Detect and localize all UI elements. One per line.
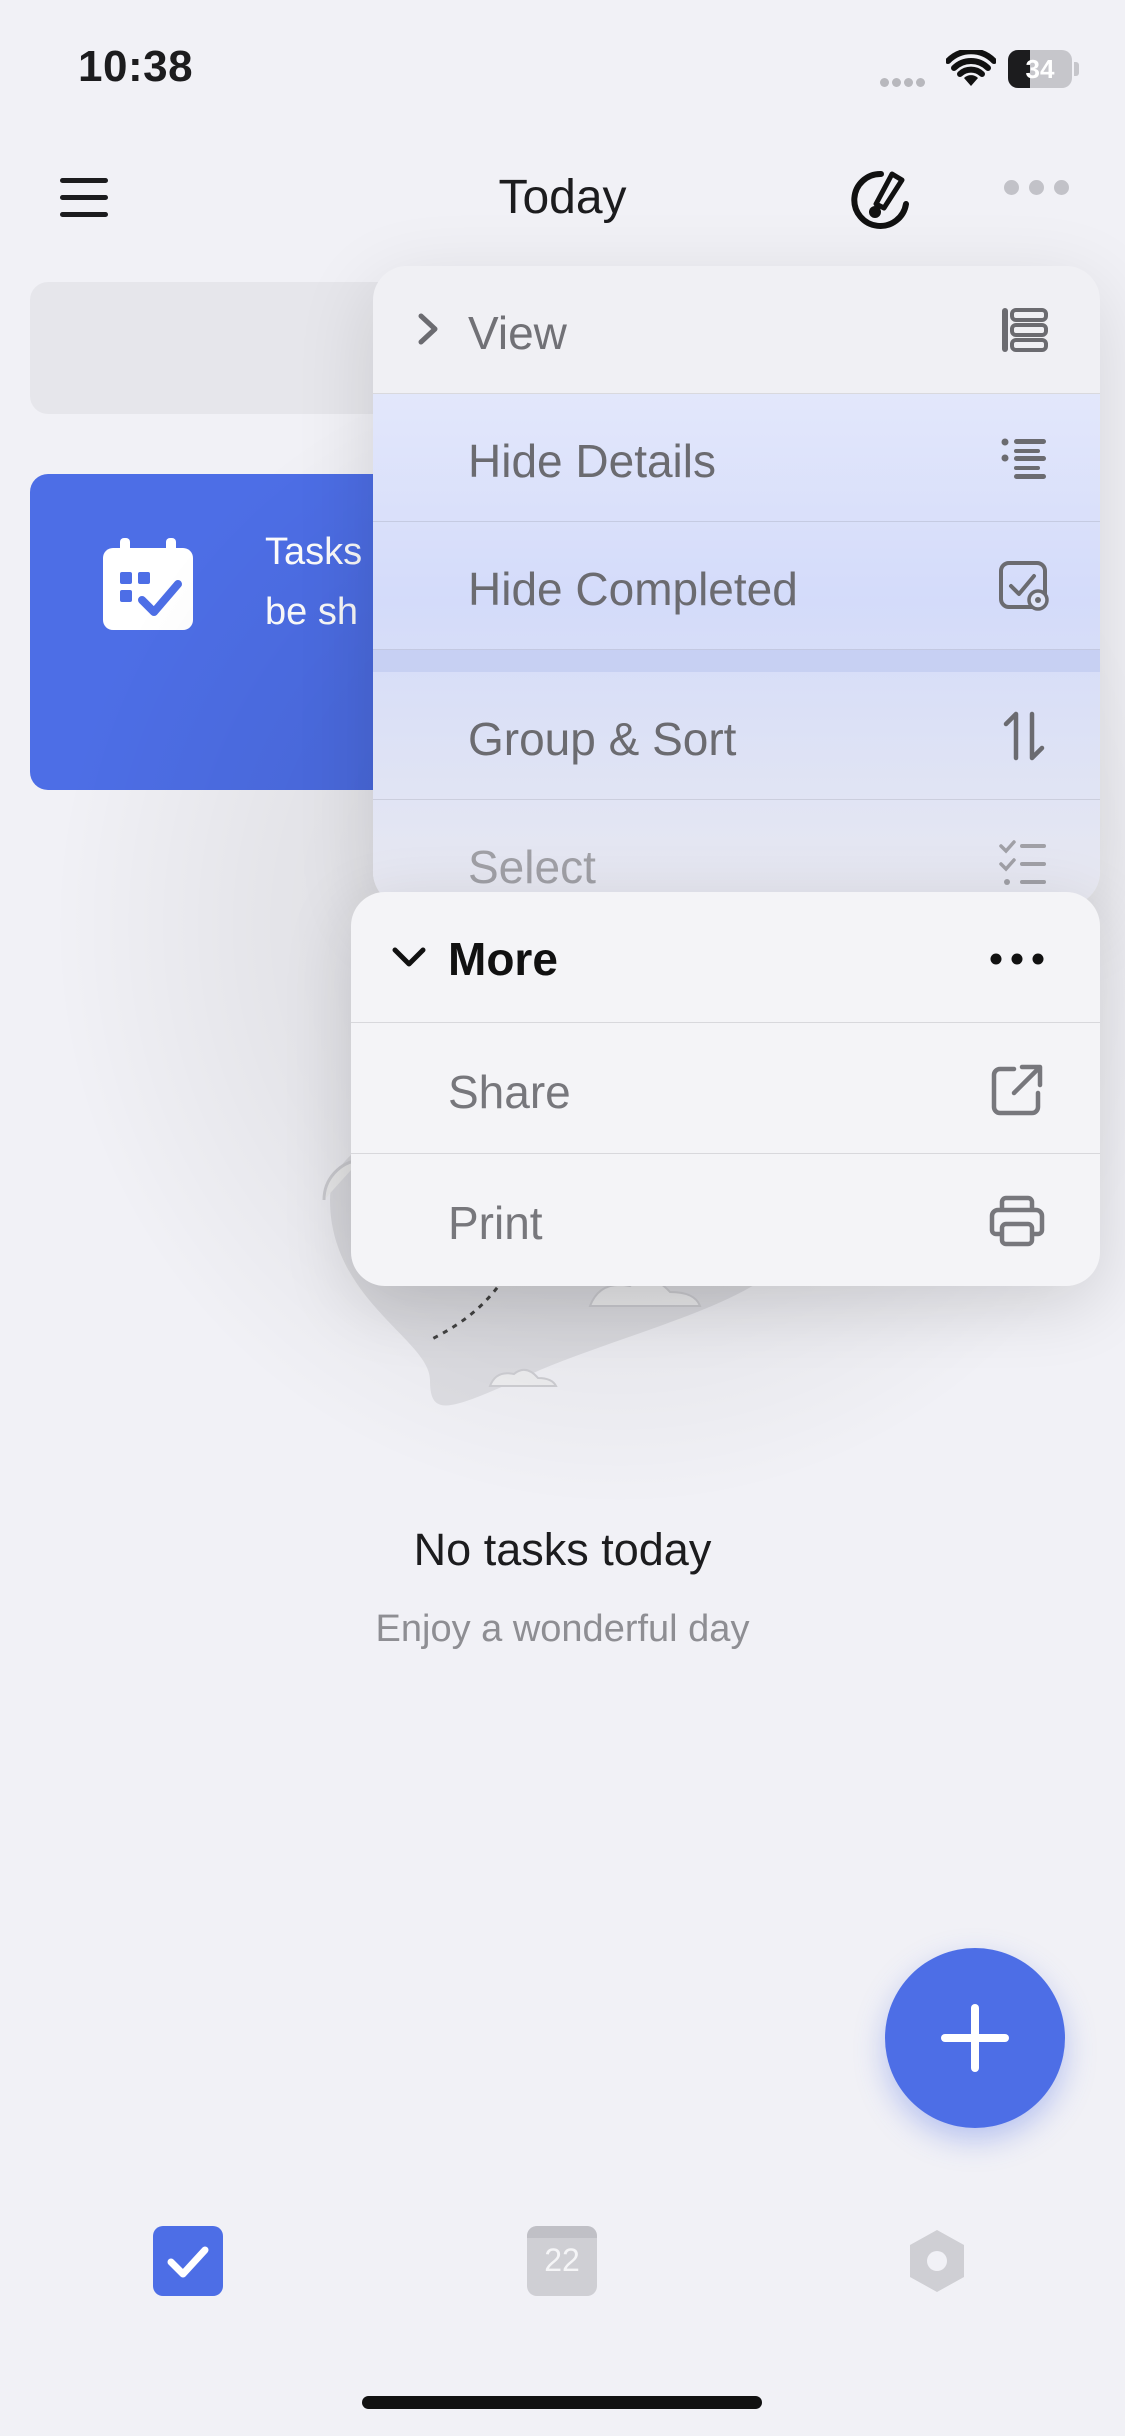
ellipsis-icon [990,953,1044,965]
sort-arrows-icon [1003,711,1045,761]
page-title: Today [498,171,627,224]
tab-tasks[interactable] [153,2226,223,2296]
menu-item-hide-details[interactable]: Hide Details [373,394,1100,522]
submenu-header-label: More [448,933,558,985]
context-menu: View Hide Details Hide Completed Group &… [373,266,1100,906]
print-icon [989,1195,1045,1247]
menu-item-label: Hide Details [468,435,716,487]
calendar-day: 22 [544,2242,580,2278]
submenu-item-share[interactable]: Share [351,1023,1100,1154]
menu-item-label: Select [468,841,596,893]
view-list-icon [1002,308,1048,352]
checkbox-completed-icon [999,561,1049,611]
empty-state-title: No tasks today [413,1524,712,1575]
chevron-down-icon [392,947,426,967]
brush-icon[interactable] [846,164,916,234]
tab-bar: 22 [0,2200,1125,2330]
menu-item-label: View [468,307,567,359]
menu-item-label: Hide Completed [468,563,798,615]
menu-item-label: Group & Sort [468,713,737,765]
submenu-header-more[interactable]: More [351,892,1100,1023]
status-time: 10:38 [78,42,194,91]
share-icon [991,1064,1043,1116]
menu-item-select[interactable]: Select [373,800,1100,906]
status-bar: 10:38 34 [0,0,1125,140]
submenu-item-label: Print [448,1197,543,1249]
checkbox-icon [167,2246,209,2278]
more-submenu: More Share Print [351,892,1100,1286]
battery-level: 34 [1025,54,1055,84]
chevron-right-icon [418,313,438,345]
menu-item-hide-completed[interactable]: Hide Completed [373,522,1100,650]
add-task-button[interactable] [885,1948,1065,2128]
cellular-signal-icon [880,74,930,87]
submenu-item-label: Share [448,1066,571,1118]
home-indicator [362,2396,762,2409]
battery-icon: 34 [1008,50,1080,88]
menu-item-group-sort[interactable]: Group & Sort [373,672,1100,800]
wifi-icon [946,50,996,86]
calendar-check-icon [103,538,193,630]
checklist-icon [999,840,1046,885]
list-details-icon [1001,438,1046,479]
tab-settings[interactable] [902,2226,972,2296]
menu-item-view[interactable]: View [373,266,1100,394]
tab-calendar[interactable]: 22 [527,2226,597,2296]
more-icon[interactable] [1004,180,1084,210]
submenu-item-print[interactable]: Print [351,1154,1100,1285]
empty-state-subtitle: Enjoy a wonderful day [375,1608,750,1650]
